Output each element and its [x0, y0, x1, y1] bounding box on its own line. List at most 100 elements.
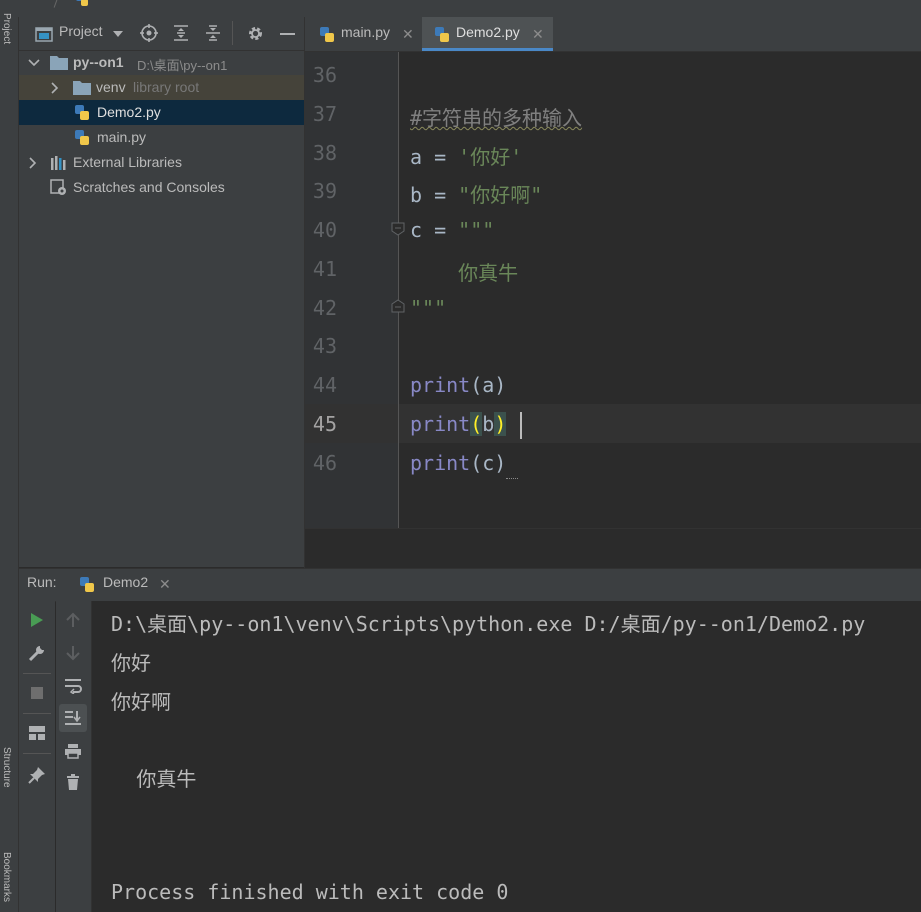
- console-line-command: D:\桌面\py--on1\venv\Scripts\python.exe D:…: [111, 612, 866, 636]
- toolbar-divider: [232, 21, 233, 45]
- tree-item-external-libraries[interactable]: External Libraries: [19, 150, 304, 175]
- project-tool-label: Project: [1, 13, 12, 45]
- python-file-icon: [434, 26, 450, 43]
- toolbar-divider: [23, 753, 51, 754]
- line-number: 39: [312, 179, 337, 203]
- arrow-up-icon[interactable]: [61, 608, 85, 632]
- run-console[interactable]: [92, 601, 921, 912]
- python-file-icon: [319, 26, 335, 43]
- close-icon[interactable]: ✕: [159, 577, 171, 593]
- project-view-selector[interactable]: Project: [59, 23, 103, 39]
- code-builtin: print: [410, 451, 471, 475]
- folder-icon: [50, 55, 68, 70]
- wrench-icon[interactable]: [25, 641, 49, 665]
- bookmarks-tool-button[interactable]: Bookmarks: [1, 852, 12, 912]
- chevron-down-icon[interactable]: [28, 59, 40, 67]
- tree-item-path: D:\桌面\py--on1: [137, 58, 228, 73]
- pin-icon[interactable]: [25, 763, 49, 787]
- code-line-44: print(a): [410, 373, 506, 397]
- chevron-right-icon[interactable]: [29, 157, 37, 169]
- run-label: Run:: [27, 574, 57, 590]
- line-number: 36: [312, 63, 337, 87]
- toolbar-divider: [23, 673, 51, 674]
- tree-item-scratches[interactable]: Scratches and Consoles: [19, 175, 304, 200]
- code-args: (a): [470, 373, 507, 397]
- code-line-40: c = """: [410, 218, 494, 242]
- tree-item-label: Scratches and Consoles: [73, 179, 225, 195]
- code-line-46: print(c): [410, 451, 506, 475]
- project-panel: Project py--on1 D:\桌面\py--on1 venv libra…: [19, 17, 304, 567]
- project-view-icon: [35, 26, 53, 42]
- brace-match: ): [494, 412, 507, 436]
- breadcrumb-separator: [53, 0, 60, 8]
- text-caret: [520, 412, 522, 439]
- rerun-icon[interactable]: [25, 608, 49, 632]
- brace-match: (: [470, 412, 483, 436]
- gear-icon[interactable]: [247, 25, 264, 42]
- tree-item-detail: library root: [133, 79, 200, 95]
- close-icon[interactable]: ✕: [532, 27, 544, 43]
- run-tab-demo2[interactable]: Demo2 ✕: [71, 569, 193, 601]
- code-line-37: #字符串的多种输入: [410, 102, 582, 131]
- tree-item-venv[interactable]: venv library root: [19, 75, 304, 100]
- python-file-icon: [74, 129, 90, 146]
- soft-wrap-icon[interactable]: [61, 674, 85, 698]
- tree-item-main[interactable]: main.py: [19, 125, 304, 150]
- close-icon[interactable]: ✕: [402, 27, 414, 43]
- scroll-to-end-icon[interactable]: [59, 704, 87, 732]
- select-opened-file-icon[interactable]: [140, 24, 158, 42]
- code-identifier: a: [410, 145, 423, 169]
- tree-item-label: py--on1: [73, 54, 124, 70]
- line-numbers: 36 37 38 39 40 41 42 43 44 45 46: [305, 52, 385, 528]
- expand-all-icon[interactable]: [173, 25, 189, 41]
- hide-panel-icon[interactable]: [280, 33, 295, 35]
- chevron-down-icon[interactable]: [113, 31, 123, 37]
- line-number: 40: [312, 218, 337, 242]
- run-toolbar-secondary: [56, 601, 92, 912]
- fold-close-icon[interactable]: [391, 299, 405, 313]
- code-string: "你好啊": [458, 183, 543, 207]
- toolbar-divider: [23, 713, 51, 714]
- tree-item-demo2[interactable]: Demo2.py: [19, 100, 304, 125]
- code-line-42: """: [410, 296, 446, 320]
- tree-item-project-root[interactable]: py--on1 D:\桌面\py--on1: [19, 50, 304, 75]
- bookmarks-tool-label: Bookmarks: [1, 852, 12, 903]
- left-tool-stripe: Project Structure Bookmarks: [0, 13, 19, 912]
- run-toolbar-primary: [19, 601, 55, 912]
- collapse-all-icon[interactable]: [205, 25, 221, 41]
- line-number: 46: [312, 451, 337, 475]
- gutter-divider: [398, 52, 399, 528]
- fold-open-icon[interactable]: [391, 222, 405, 236]
- tab-label: main.py: [341, 24, 391, 40]
- code-string: '你好': [458, 145, 523, 169]
- line-number-current: 45: [312, 412, 337, 436]
- project-tool-button[interactable]: Project: [1, 13, 12, 73]
- line-number: 37: [312, 102, 337, 126]
- python-file-icon: [74, 104, 90, 121]
- tab-demo2-py[interactable]: Demo2.py ✕: [422, 17, 553, 51]
- editor-tab-bar: main.py ✕ Demo2.py ✕: [305, 17, 921, 52]
- folder-icon: [73, 80, 91, 95]
- stop-icon[interactable]: [25, 681, 49, 705]
- libraries-icon: [50, 155, 68, 170]
- project-panel-header: Project: [19, 17, 304, 51]
- active-tab-indicator: [422, 48, 553, 51]
- console-line-exit-status: Process finished with exit code 0: [111, 880, 509, 904]
- structure-tool-label: Structure: [1, 747, 12, 788]
- code-line-39: b = "你好啊": [410, 179, 542, 208]
- chevron-right-icon[interactable]: [51, 82, 59, 94]
- code-operator: =: [422, 145, 459, 169]
- print-icon[interactable]: [61, 739, 85, 763]
- tab-main-py[interactable]: main.py ✕: [305, 17, 421, 51]
- code-string: 你真牛: [410, 261, 519, 285]
- line-number: 44: [312, 373, 337, 397]
- code-operator: =: [422, 218, 459, 242]
- structure-tool-button[interactable]: Structure: [1, 747, 12, 837]
- navigation-bar: [0, 0, 921, 18]
- layout-icon[interactable]: [25, 721, 49, 745]
- editor-bottom-area: [305, 528, 921, 569]
- trash-icon[interactable]: [61, 770, 85, 794]
- arrow-down-icon[interactable]: [61, 641, 85, 665]
- line-number: 41: [312, 257, 337, 281]
- run-tab-label: Demo2: [103, 574, 149, 590]
